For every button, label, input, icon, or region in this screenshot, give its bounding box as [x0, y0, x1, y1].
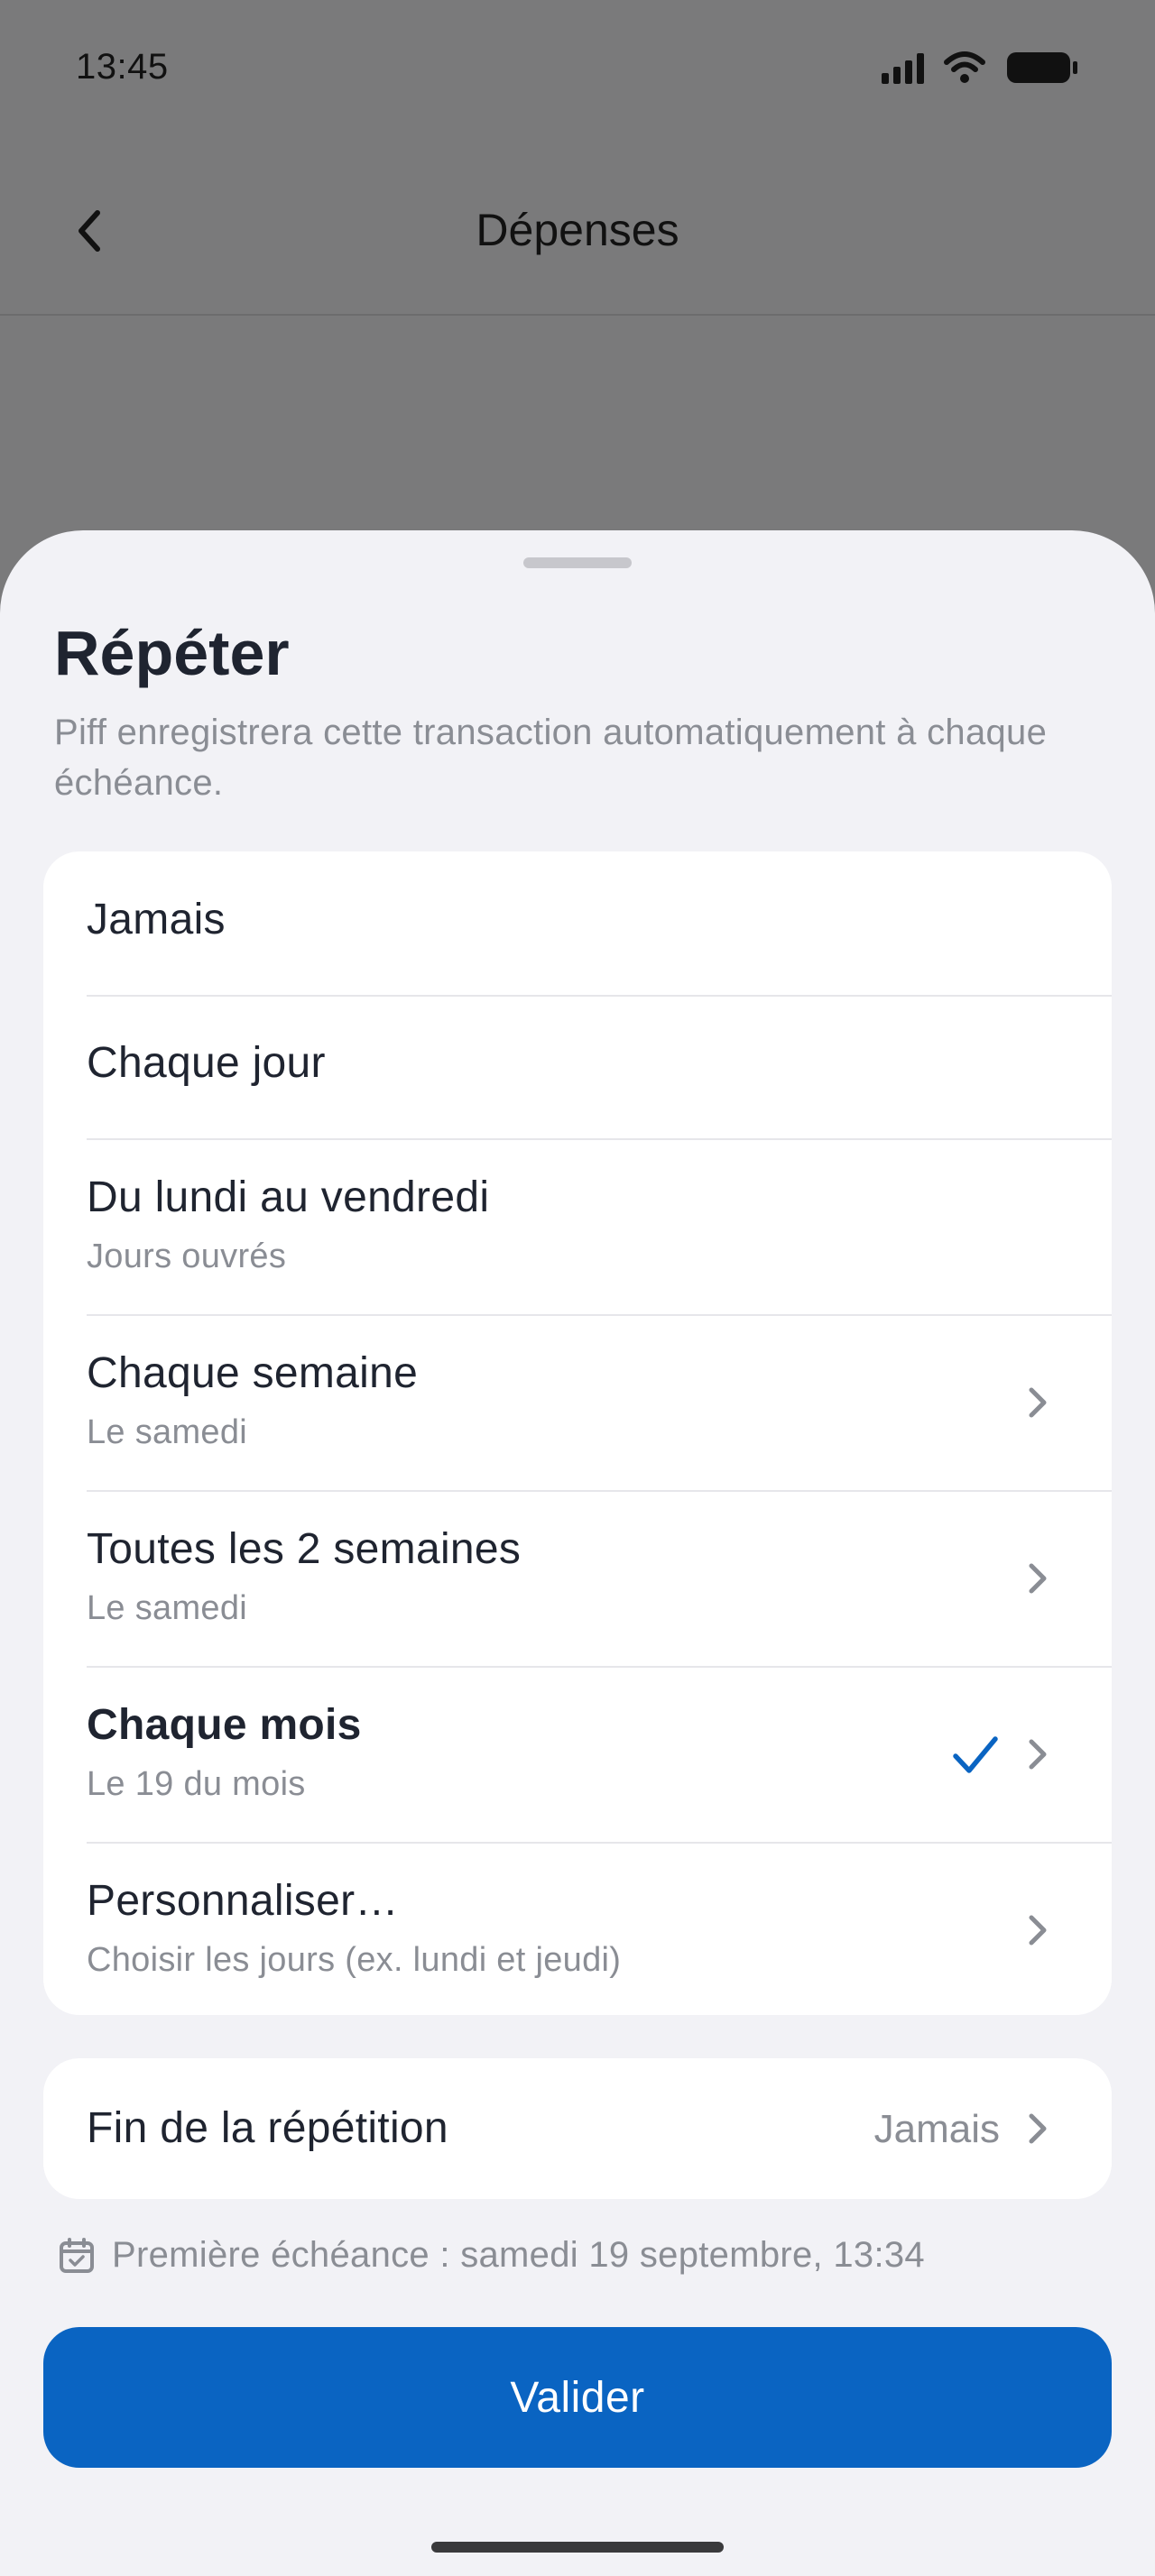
validate-button[interactable]: Valider — [43, 2327, 1112, 2468]
home-indicator — [431, 2542, 724, 2553]
option-sublabel: Le samedi — [87, 1413, 248, 1451]
status-bar: 13:45 — [0, 0, 1155, 135]
option-label: Du lundi au vendredi — [87, 1173, 490, 1221]
first-due-info: Première échéance : samedi 19 septembre,… — [58, 2235, 925, 2276]
navigation-bar: Dépenses — [0, 171, 1155, 316]
sheet-subtitle: Piff enregistrera cette transaction auto… — [54, 713, 1048, 803]
option-sublabel: Jours ouvrés — [87, 1237, 287, 1275]
repeat-bottom-sheet: Répéter Piff enregistrera cette transact… — [0, 530, 1155, 2576]
option-sublabel: Choisir les jours (ex. lundi et jeudi) — [87, 1941, 622, 1979]
option-custom[interactable]: Personnaliser… Choisir les jours (ex. lu… — [43, 1842, 1112, 2018]
sheet-title: Répéter — [54, 618, 290, 688]
option-label: Chaque semaine — [87, 1349, 419, 1397]
chevron-right-icon — [1020, 1385, 1056, 1421]
option-weekly[interactable]: Chaque semaine Le samedi — [43, 1314, 1112, 1490]
validate-label: Valider — [510, 2373, 645, 2422]
status-time: 13:45 — [76, 47, 169, 87]
option-never[interactable]: Jamais — [43, 851, 1112, 995]
sheet-grabber[interactable] — [523, 557, 632, 568]
first-due-text: Première échéance : samedi 19 septembre,… — [112, 2235, 925, 2275]
end-repeat-row[interactable]: Fin de la répétition Jamais — [43, 2058, 1112, 2199]
chevron-right-icon — [1020, 1560, 1056, 1596]
status-icons — [882, 51, 1079, 85]
battery-icon — [1007, 52, 1077, 83]
option-biweekly[interactable]: Toutes les 2 semaines Le samedi — [43, 1490, 1112, 1666]
repeat-options-list: Jamais Chaque jour Du lundi au vendredi … — [43, 851, 1112, 2015]
option-label: Personnaliser… — [87, 1877, 399, 1925]
end-repeat-label: Fin de la répétition — [87, 2104, 448, 2152]
chevron-right-icon — [1020, 1912, 1056, 1948]
page-title: Dépenses — [476, 205, 679, 255]
chevron-right-icon — [1020, 1736, 1056, 1772]
checkmark-icon — [953, 1736, 998, 1773]
chevron-right-icon — [1020, 2111, 1056, 2147]
wifi-icon — [944, 51, 985, 83]
end-repeat-value: Jamais — [873, 2107, 1000, 2151]
option-sublabel: Le samedi — [87, 1589, 248, 1627]
option-label: Toutes les 2 semaines — [87, 1525, 522, 1573]
option-label: Jamais — [87, 896, 226, 943]
option-daily[interactable]: Chaque jour — [43, 995, 1112, 1138]
option-label: Chaque mois — [87, 1701, 362, 1749]
signal-icon — [882, 51, 924, 84]
calendar-check-icon — [60, 2237, 94, 2273]
option-monthly[interactable]: Chaque mois Le 19 du mois — [43, 1666, 1112, 1842]
option-label: Chaque jour — [87, 1039, 326, 1087]
option-weekdays[interactable]: Du lundi au vendredi Jours ouvrés — [43, 1138, 1112, 1314]
option-sublabel: Le 19 du mois — [87, 1765, 306, 1803]
